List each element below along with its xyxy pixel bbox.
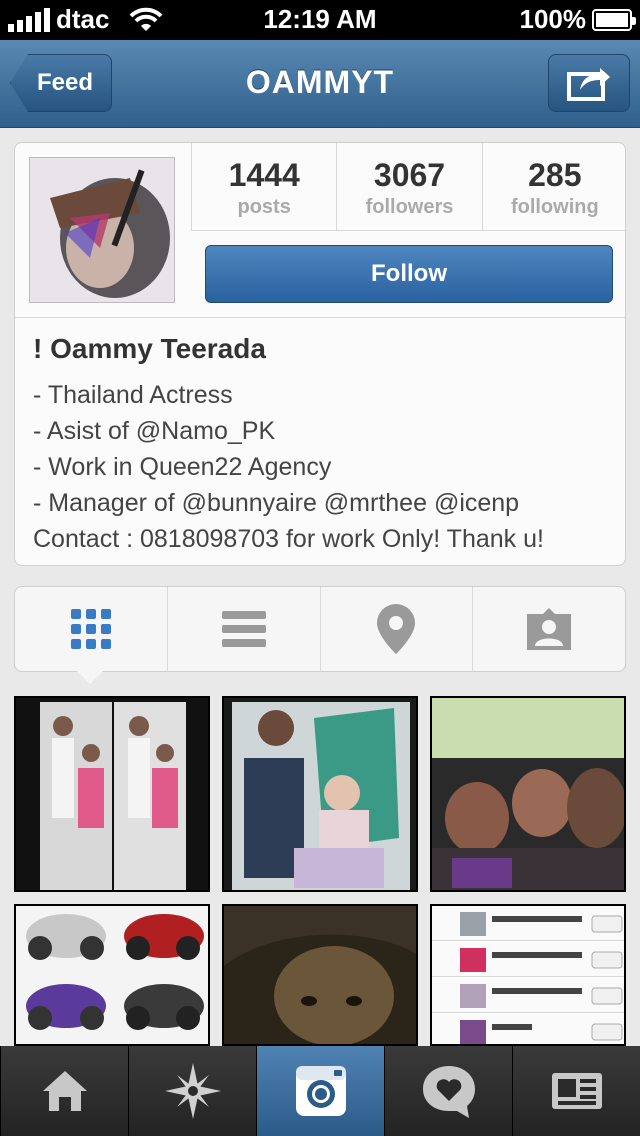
explore-icon [164, 1063, 221, 1119]
photo-thumbnail[interactable] [430, 696, 626, 892]
bio-line: - Asist of @Namo_PK [33, 417, 276, 445]
tagged-photos-icon [527, 608, 572, 650]
grid-icon [70, 609, 111, 649]
list-icon [221, 611, 266, 647]
tab-map[interactable] [319, 587, 473, 671]
bio-line: - Work in Queen22 Agency [33, 453, 332, 481]
posts-stat[interactable]: 1444 posts [191, 143, 336, 230]
battery-percent: 100% [519, 4, 587, 34]
tab-tagged[interactable] [472, 587, 625, 671]
followers-label: followers [365, 196, 454, 218]
tab-profile[interactable] [512, 1046, 640, 1136]
posts-label: posts [237, 196, 291, 218]
avatar[interactable] [29, 157, 175, 303]
bottom-tab-bar [0, 1046, 640, 1136]
following-label: following [510, 196, 599, 218]
tab-explore[interactable] [128, 1046, 256, 1136]
battery-icon [592, 8, 636, 31]
divider [15, 317, 625, 318]
following-count: 285 [528, 157, 582, 193]
tab-activity[interactable] [384, 1046, 512, 1136]
followers-stat[interactable]: 3067 followers [336, 143, 481, 230]
profile-stats: 1444 posts 3067 followers 285 following [191, 143, 627, 231]
profile-card: 1444 posts 3067 followers 285 following … [14, 142, 627, 566]
photo-thumbnail[interactable] [14, 904, 210, 1046]
following-stat[interactable]: 285 following [481, 143, 627, 230]
profile-name: ! Oammy Teerada [33, 333, 266, 364]
home-icon [42, 1071, 87, 1111]
profile-icon [551, 1073, 602, 1109]
photo-thumbnail[interactable] [222, 904, 418, 1046]
bio-line: - Thailand Actress [33, 381, 233, 409]
photo-thumbnail[interactable] [222, 696, 418, 892]
photo-thumbnail[interactable] [14, 696, 210, 892]
page-title: OAMMYT [245, 64, 395, 100]
follow-button[interactable]: Follow [205, 245, 613, 303]
camera-icon [295, 1066, 346, 1116]
share-icon [567, 68, 610, 101]
posts-count: 1444 [228, 157, 300, 193]
status-bar: dtac 12:19 AM 100% [0, 0, 640, 40]
profile-bio: - Thailand Actress - Asist of @Namo_PK -… [33, 377, 544, 557]
tab-list[interactable] [166, 587, 320, 671]
share-button[interactable] [548, 54, 630, 112]
bio-line: Contact : 0818098703 for work Only! Than… [33, 525, 544, 553]
tab-home[interactable] [0, 1046, 128, 1136]
nav-bar: Feed OAMMYT [0, 40, 640, 128]
location-pin-icon [377, 604, 416, 654]
tab-grid[interactable] [15, 587, 167, 671]
selected-tab-indicator [76, 670, 104, 684]
photo-thumbnail[interactable] [430, 904, 626, 1046]
view-mode-tabs [14, 586, 626, 672]
followers-count: 3067 [373, 157, 446, 193]
activity-icon [422, 1066, 475, 1118]
bio-line: - Manager of @bunnyaire @mrthee @icenp [33, 489, 520, 517]
tab-camera[interactable] [256, 1046, 384, 1136]
